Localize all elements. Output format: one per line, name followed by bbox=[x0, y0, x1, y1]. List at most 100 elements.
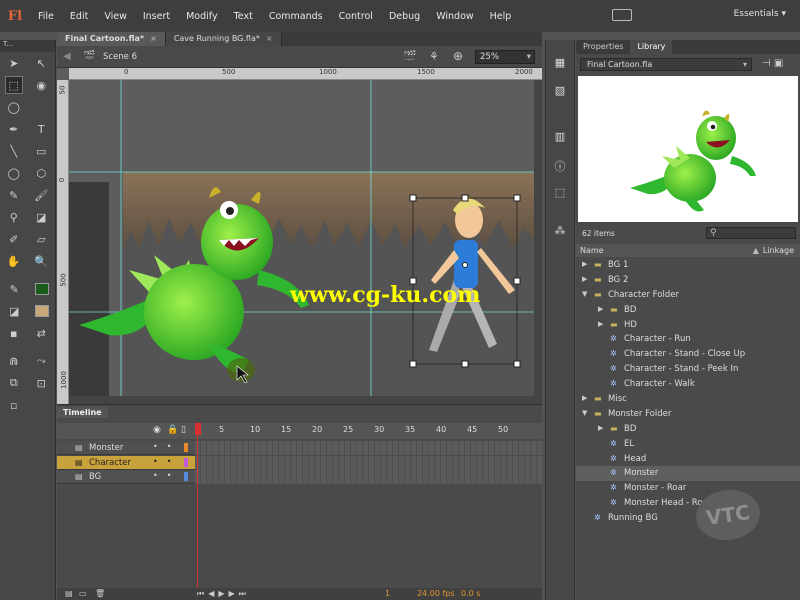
align-panel-icon[interactable]: ▥ bbox=[552, 130, 568, 146]
line-tool-icon[interactable]: ╲ bbox=[6, 143, 22, 159]
current-frame[interactable]: 1 bbox=[385, 589, 390, 598]
chevron-right-icon[interactable]: ▶ bbox=[582, 260, 587, 268]
chevron-down-icon[interactable]: ▼ bbox=[582, 290, 587, 298]
layer-character[interactable]: ▤ Character •• bbox=[57, 455, 542, 470]
menu-window[interactable]: Window bbox=[428, 11, 481, 22]
chevron-right-icon[interactable]: ▶ bbox=[582, 394, 587, 402]
layer-visibility-dots[interactable]: •• bbox=[153, 442, 180, 451]
library-symbol[interactable]: ✲ Monster - Roar bbox=[576, 481, 800, 496]
oval-tool-icon[interactable]: ◯ bbox=[6, 165, 22, 181]
delete-layer-icon[interactable]: 🗑 bbox=[95, 589, 105, 598]
zoom-tool-icon[interactable]: 🔍 bbox=[33, 253, 49, 269]
transform-panel-icon[interactable]: ⬚ bbox=[552, 186, 568, 202]
fill-color-swatch[interactable] bbox=[34, 305, 49, 317]
menu-commands[interactable]: Commands bbox=[261, 11, 331, 22]
library-folder[interactable]: ▶ ▬ BD bbox=[576, 422, 800, 437]
close-icon[interactable]: × bbox=[150, 34, 157, 43]
library-folder[interactable]: ▼ ▬ Character Folder bbox=[576, 288, 800, 303]
chevron-down-icon[interactable]: ▼ bbox=[582, 409, 587, 417]
stage-scrollbar-vertical[interactable] bbox=[534, 80, 542, 396]
playback-controls[interactable]: ⏮◀▶▶⏭ bbox=[197, 589, 250, 599]
sync-settings-icon[interactable] bbox=[612, 9, 632, 21]
stroke-color-swatch[interactable] bbox=[34, 283, 49, 295]
menu-file[interactable]: File bbox=[30, 11, 62, 22]
text-tool-icon[interactable]: T bbox=[33, 121, 49, 137]
library-folder[interactable]: ▶ ▬ BG 1 bbox=[576, 258, 800, 273]
layer-monster[interactable]: ▤ Monster •• bbox=[57, 441, 542, 455]
library-symbol[interactable]: ✲ Monster Head - Roar bbox=[576, 496, 800, 511]
layer-frames[interactable] bbox=[195, 470, 542, 484]
hand-tool-icon[interactable]: ✋ bbox=[6, 253, 22, 269]
timeline-tab[interactable]: Timeline bbox=[57, 407, 108, 418]
library-folder[interactable]: ▶ ▬ Misc bbox=[576, 392, 800, 407]
eye-icon[interactable]: ◉ bbox=[153, 425, 161, 435]
library-folder[interactable]: ▼ ▬ Monster Folder bbox=[576, 407, 800, 422]
black-white-icon[interactable]: ▪ bbox=[6, 325, 22, 341]
layer-color-swatch[interactable] bbox=[184, 443, 188, 452]
layer-visibility-dots[interactable]: •• bbox=[153, 471, 180, 480]
chevron-right-icon[interactable]: ▶ bbox=[598, 305, 603, 313]
layer-frames[interactable] bbox=[195, 455, 542, 470]
menu-debug[interactable]: Debug bbox=[381, 11, 428, 22]
lock-icon[interactable]: 🔒 bbox=[167, 425, 178, 435]
tab-properties[interactable]: Properties bbox=[576, 40, 630, 54]
straighten-icon[interactable]: ⧉ bbox=[6, 375, 22, 391]
library-symbol[interactable]: ✲ Running BG bbox=[576, 511, 800, 526]
pencil-tool-icon[interactable]: ✎ bbox=[6, 187, 22, 203]
menu-view[interactable]: View bbox=[96, 11, 135, 22]
layer-color-swatch[interactable] bbox=[184, 457, 188, 467]
paint-bucket-tool-icon[interactable]: ◪ bbox=[33, 209, 49, 225]
snap-magnet-icon[interactable]: ⋒ bbox=[6, 353, 22, 369]
smooth-icon[interactable]: ⤳ bbox=[33, 353, 49, 369]
color-panel-icon[interactable]: ▦ bbox=[552, 56, 568, 72]
menu-help[interactable]: Help bbox=[482, 11, 520, 22]
library-document-select[interactable]: Final Cartoon.fla ▾ bbox=[580, 58, 752, 71]
document-tab[interactable]: Cave Running BG.fla* × bbox=[165, 32, 282, 46]
eraser-tool-icon[interactable]: ▱ bbox=[33, 231, 49, 247]
library-symbol[interactable]: ✲ Head bbox=[576, 452, 800, 467]
edit-scene-icon[interactable]: 🎬 bbox=[403, 50, 417, 63]
new-layer-icon[interactable]: ▤ bbox=[65, 589, 73, 598]
outline-icon[interactable]: ▯ bbox=[181, 425, 186, 435]
playhead[interactable] bbox=[195, 423, 201, 600]
swatches-panel-icon[interactable]: ▧ bbox=[552, 84, 568, 100]
close-icon[interactable]: × bbox=[266, 34, 273, 43]
menu-text[interactable]: Text bbox=[226, 11, 261, 22]
brush-tool-icon[interactable]: 🖌 bbox=[33, 187, 49, 203]
layer-visibility-dots[interactable]: •• bbox=[153, 457, 180, 466]
library-symbol[interactable]: ✲ Character - Run bbox=[576, 332, 800, 347]
frame-ruler[interactable]: 15101520253035404550 bbox=[195, 425, 529, 434]
eyedropper-tool-icon[interactable]: ✐ bbox=[6, 231, 22, 247]
layer-color-swatch[interactable] bbox=[184, 472, 188, 481]
edit-symbols-icon[interactable]: ⚘ bbox=[429, 50, 439, 63]
lasso-tool-icon[interactable]: ◯ bbox=[6, 99, 22, 115]
subselection-tool-icon[interactable]: ↖ bbox=[33, 55, 49, 71]
library-search-input[interactable]: ⚲ bbox=[706, 227, 796, 239]
layer-bg[interactable]: ▤ BG •• bbox=[57, 470, 542, 484]
options-icon[interactable]: ⊡ bbox=[33, 375, 49, 391]
components-panel-icon[interactable]: ⁂ bbox=[552, 224, 568, 240]
column-linkage[interactable]: ▲ Linkage bbox=[753, 246, 794, 255]
stage-scrollbar-horizontal[interactable] bbox=[69, 396, 542, 404]
chevron-right-icon[interactable]: ▶ bbox=[598, 320, 603, 328]
column-name[interactable]: Name bbox=[580, 246, 604, 255]
library-symbol[interactable]: ✲ EL bbox=[576, 437, 800, 452]
zoom-level-select[interactable]: 25% ▾ bbox=[475, 50, 535, 64]
tab-library[interactable]: Library bbox=[630, 40, 673, 54]
free-transform-tool-icon[interactable]: ⬚ bbox=[4, 76, 23, 94]
menu-insert[interactable]: Insert bbox=[135, 11, 178, 22]
info-panel-icon[interactable]: ⓘ bbox=[552, 158, 568, 174]
rectangle-tool-icon[interactable]: ▭ bbox=[33, 143, 49, 159]
center-stage-icon[interactable]: ⊕ bbox=[453, 49, 463, 63]
swap-colors-icon[interactable]: ⇄ bbox=[33, 325, 49, 341]
library-symbol[interactable]: ✲ Character - Stand - Peek In bbox=[576, 362, 800, 377]
library-folder[interactable]: ▶ ▬ BD bbox=[576, 303, 800, 318]
selection-tool-icon[interactable]: ➤ bbox=[6, 55, 22, 71]
library-folder[interactable]: ▶ ▬ HD bbox=[576, 318, 800, 333]
frame-rate[interactable]: 24.00 fps bbox=[417, 589, 455, 598]
stage-area[interactable]: 0 500 1000 1500 2000 50 0 500 1000 www.c… bbox=[57, 68, 542, 404]
document-tab[interactable]: Final Cartoon.fla* × bbox=[57, 32, 166, 46]
menu-control[interactable]: Control bbox=[331, 11, 381, 22]
library-symbol[interactable]: ✲ Character - Stand - Close Up bbox=[576, 347, 800, 362]
pen-tool-icon[interactable]: ✒ bbox=[6, 121, 22, 137]
